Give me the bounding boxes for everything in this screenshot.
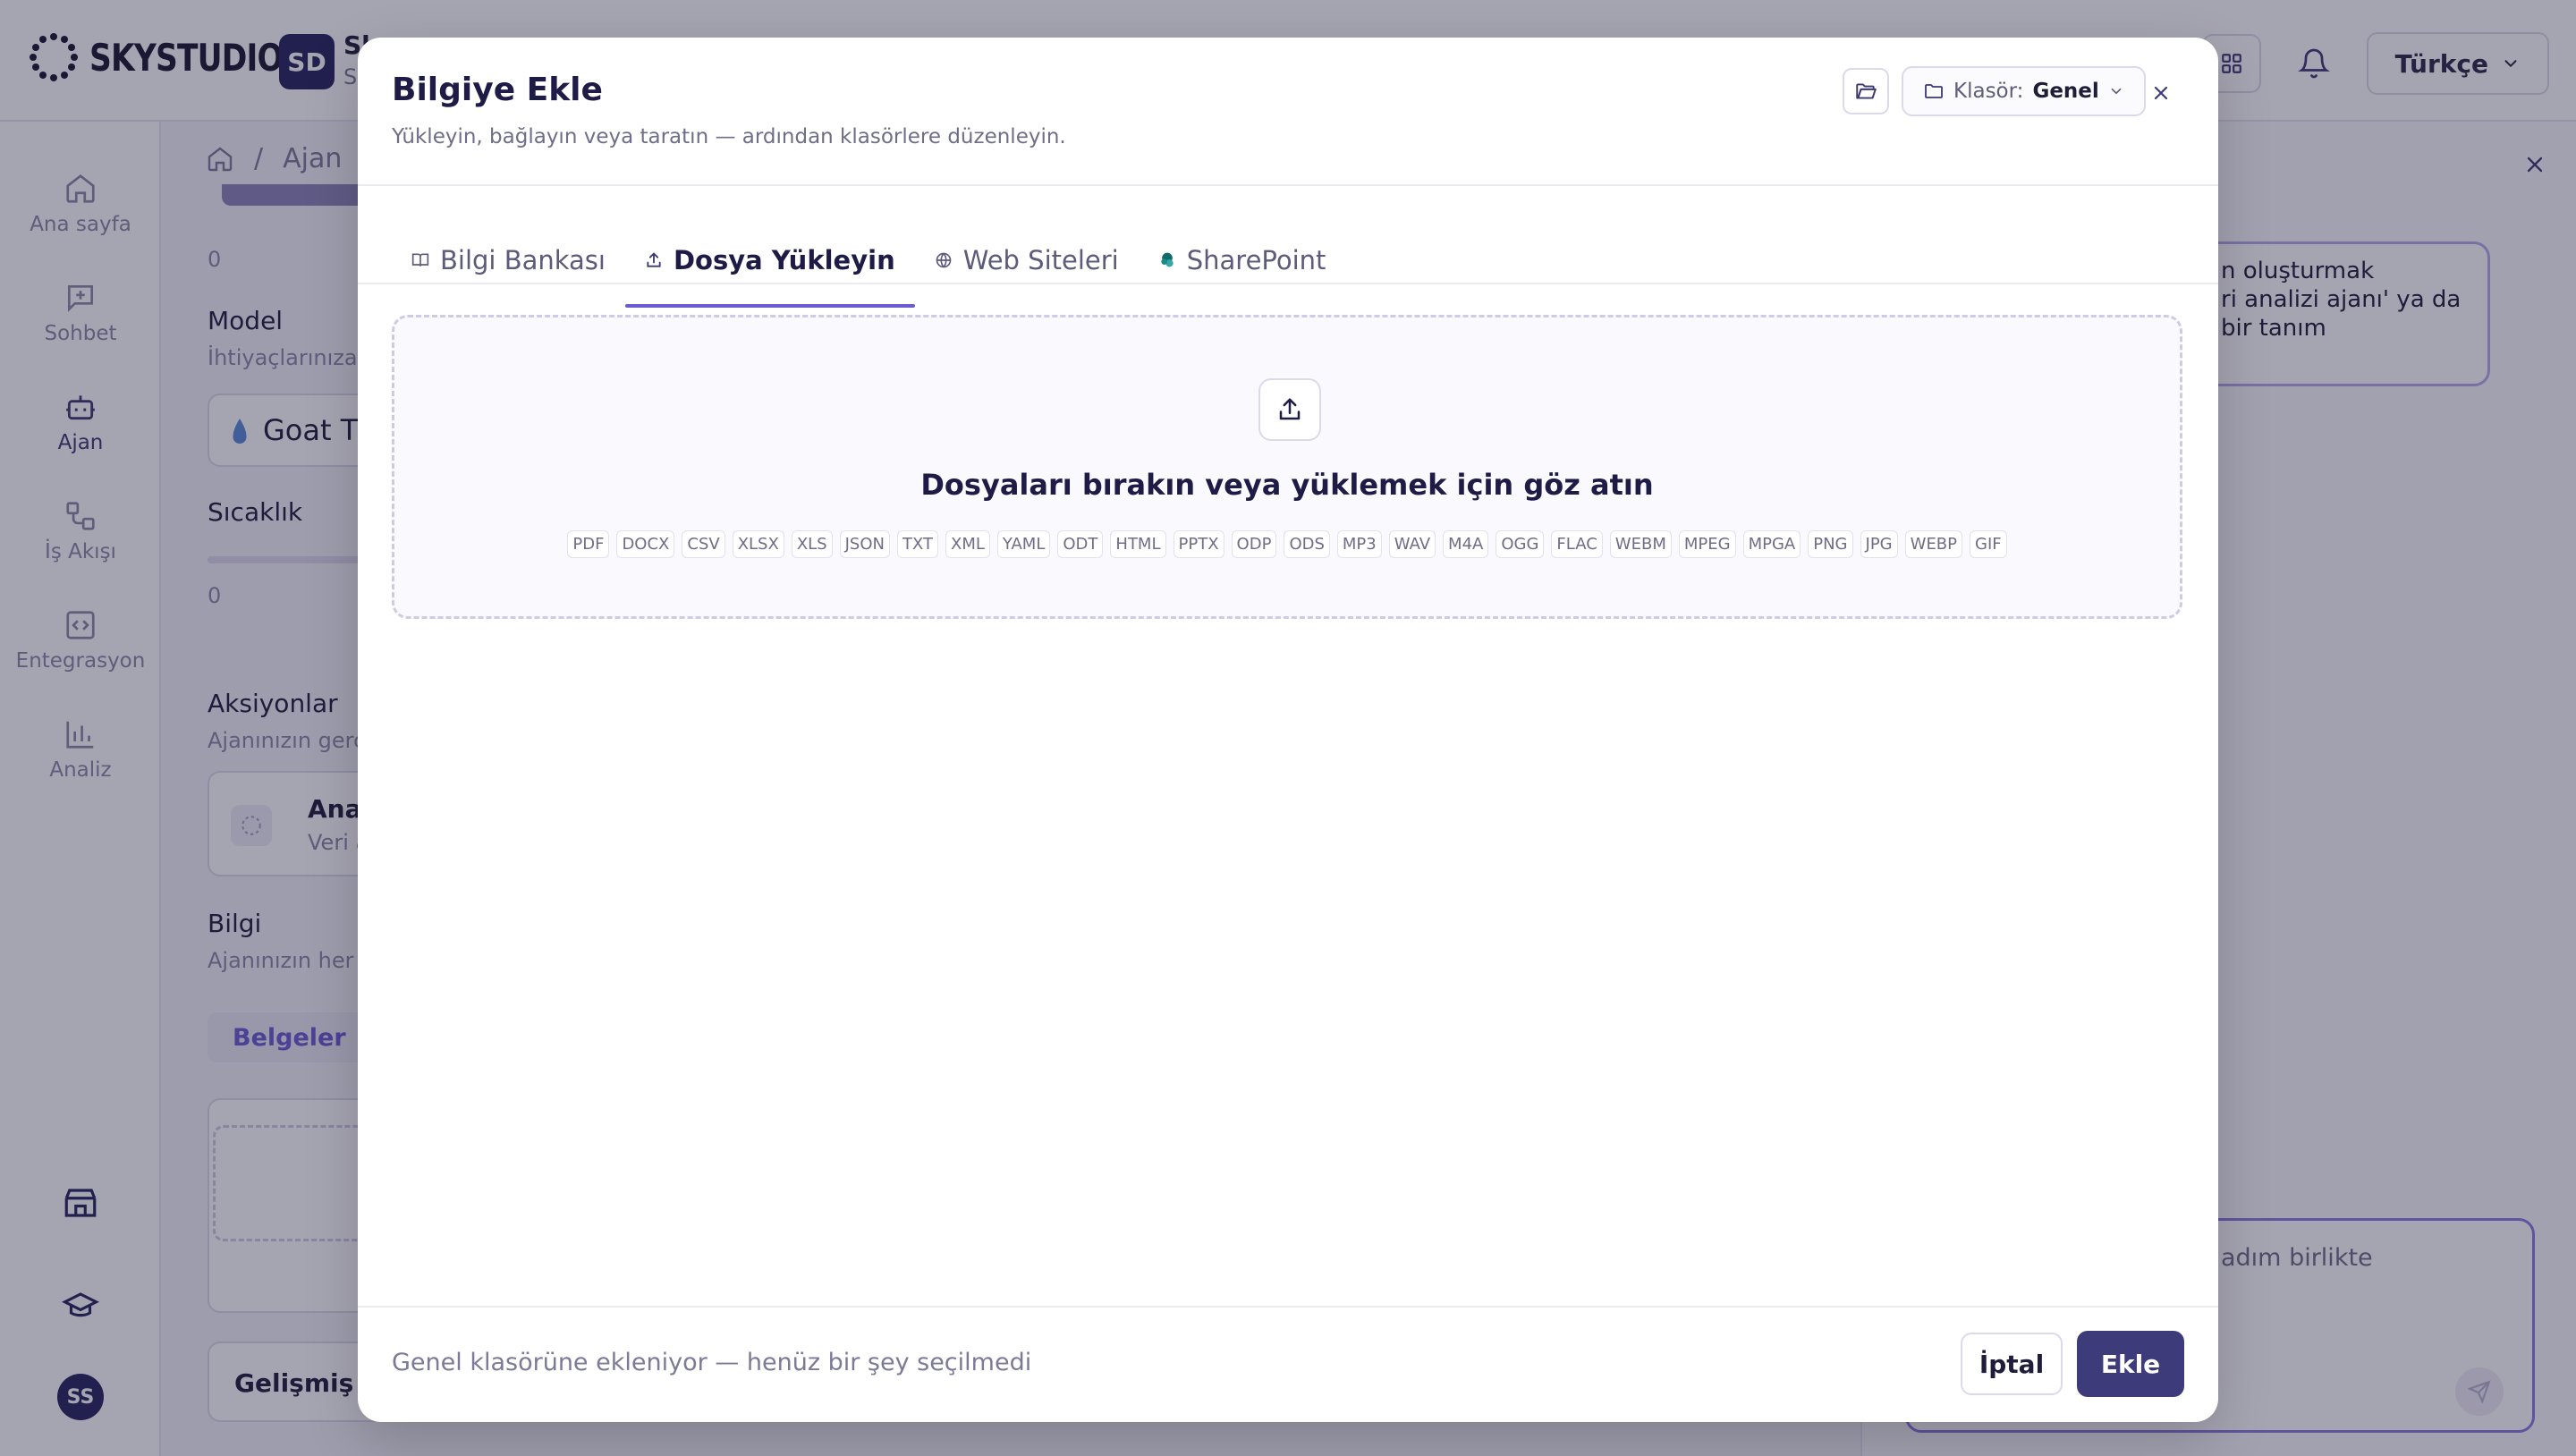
format-chip: WAV	[1388, 530, 1436, 558]
format-chip: WEBM	[1609, 530, 1672, 558]
dropzone-title: Dosyaları bırakın veya yüklemek için göz…	[920, 468, 1654, 502]
format-chip: MPEG	[1678, 530, 1736, 558]
close-dialog-button[interactable]	[2141, 73, 2181, 113]
format-chip: ODS	[1284, 530, 1330, 558]
add-button[interactable]: Ekle	[2077, 1331, 2184, 1397]
format-chip: DOCX	[616, 530, 675, 558]
format-chip: PNG	[1808, 530, 1853, 558]
footer-status: Genel klasörüne ekleniyor — henüz bir şe…	[392, 1349, 1032, 1376]
format-chip: GIF	[1970, 530, 2007, 558]
supported-formats: PDF DOCX CSV XLSX XLS JSON TXT XML YAML ODT HTML PP…	[394, 530, 2180, 558]
footer-divider	[358, 1306, 2218, 1308]
tab-label: SharePoint	[1186, 245, 1326, 275]
open-folders-button[interactable]	[1843, 68, 1889, 114]
tab-label: Web Siteleri	[962, 245, 1119, 275]
add-knowledge-dialog: Bilgiye Ekle Yükleyin, bağlayın veya tar…	[358, 38, 2218, 1422]
format-chip: TXT	[896, 530, 938, 558]
upload-icon	[1276, 396, 1303, 423]
tab-sharepoint[interactable]: SharePoint	[1139, 213, 1346, 308]
book-icon	[411, 251, 429, 269]
format-chip: FLAC	[1551, 530, 1603, 558]
dialog-title: Bilgiye Ekle	[392, 72, 603, 108]
upload-button[interactable]	[1258, 378, 1321, 441]
folder-select[interactable]: Klasör: Genel	[1902, 66, 2146, 116]
format-chip: CSV	[682, 530, 725, 558]
format-chip: OGG	[1496, 530, 1545, 558]
format-chip: XML	[945, 530, 990, 558]
sharepoint-icon	[1158, 251, 1176, 269]
format-chip: M4A	[1443, 530, 1489, 558]
folder-open-icon	[1854, 80, 1877, 103]
format-chip: HTML	[1110, 530, 1166, 558]
format-chip: JPG	[1860, 530, 1898, 558]
format-chip: WEBP	[1904, 530, 1963, 558]
tabs-divider	[358, 283, 2218, 284]
format-chip: XLS	[791, 530, 833, 558]
format-chip: PPTX	[1173, 530, 1224, 558]
folder-icon	[1923, 80, 1945, 102]
dialog-subtitle: Yükleyin, bağlayın veya taratın — ardınd…	[392, 125, 1066, 148]
tab-websites[interactable]: Web Siteleri	[915, 213, 1139, 308]
format-chip: ODP	[1231, 530, 1277, 558]
chevron-down-icon	[2108, 83, 2124, 99]
tab-file-upload[interactable]: Dosya Yükleyin	[624, 213, 915, 308]
format-chip: MPGA	[1742, 530, 1801, 558]
header-divider	[358, 184, 2218, 186]
globe-icon	[935, 251, 953, 269]
tab-label: Dosya Yükleyin	[673, 245, 895, 275]
folder-prefix: Klasör:	[1953, 80, 2024, 103]
close-icon	[2150, 82, 2172, 104]
format-chip: YAML	[996, 530, 1051, 558]
format-chip: PDF	[567, 530, 610, 558]
file-dropzone[interactable]: Dosyaları bırakın veya yüklemek için göz…	[392, 315, 2182, 619]
format-chip: ODT	[1057, 530, 1104, 558]
upload-icon	[645, 251, 663, 269]
tab-knowledge-base[interactable]: Bilgi Bankası	[392, 213, 625, 308]
tab-label: Bilgi Bankası	[440, 245, 606, 275]
format-chip: MP3	[1336, 530, 1382, 558]
folder-value: Genel	[2032, 80, 2099, 103]
cancel-button[interactable]: İptal	[1961, 1333, 2063, 1395]
format-chip: XLSX	[732, 530, 784, 558]
format-chip: JSON	[839, 530, 890, 558]
source-tabs: Bilgi Bankası Dosya Yükleyin Web Siteler…	[392, 213, 1345, 308]
